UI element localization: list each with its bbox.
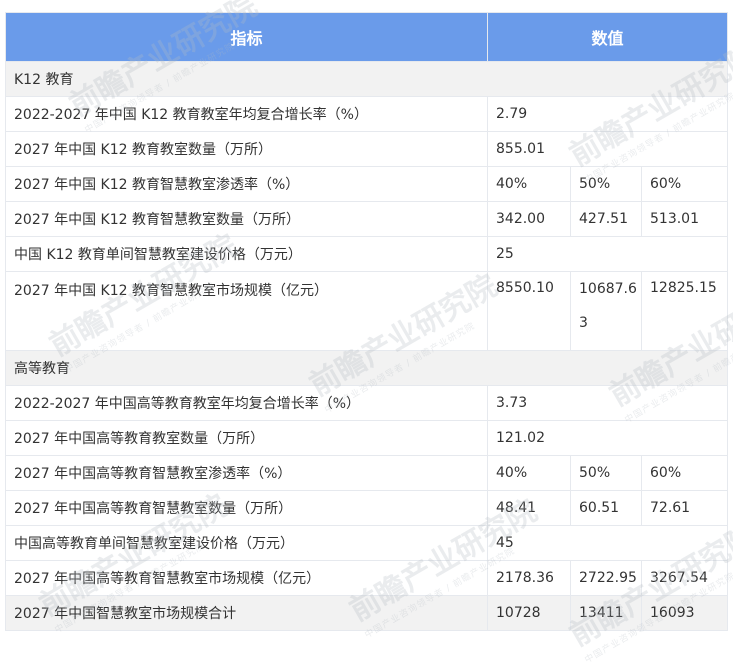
row-value: 513.01 [640, 201, 729, 237]
row-value: 2.79 [486, 96, 729, 132]
table-header-row: 指标 数值 [5, 12, 729, 62]
row-value: 40% [487, 455, 571, 491]
row-label: 2027 年中国 K12 教育智慧教室市场规模（亿元） [5, 271, 488, 351]
section-title: K12 教育 [4, 61, 729, 97]
row-value: 50% [570, 455, 642, 491]
table-row: 2027 年中国 K12 教育智慧教室渗透率（%） 40% 50% 60% [5, 166, 729, 202]
table-row: 2027 年中国 K12 教育智慧教室数量（万所） 342.00 427.51 … [5, 201, 729, 237]
row-value: 3267.54 [640, 560, 729, 596]
header-indicator: 指标 [5, 12, 488, 62]
total-row: 2027 年中国智慧教室市场规模合计 10728 13411 16093 [5, 595, 729, 631]
row-value: 72.61 [640, 490, 729, 526]
row-value: 2178.36 [487, 560, 571, 596]
table-row: 中国 K12 教育单间智慧教室建设价格（万元） 25 [5, 236, 729, 272]
row-value: 45 [486, 525, 729, 561]
row-label: 2027 年中国高等教育智慧教室市场规模（亿元） [5, 560, 488, 596]
row-value: 855.01 [486, 131, 729, 167]
row-value: 60% [640, 455, 729, 491]
row-value: 12825.15 [640, 271, 729, 351]
table-row: 2027 年中国 K12 教育教室数量（万所） 855.01 [5, 131, 729, 167]
row-value: 50% [570, 166, 642, 202]
row-label: 2027 年中国 K12 教育教室数量（万所） [5, 131, 488, 167]
row-label: 中国 K12 教育单间智慧教室建设价格（万元） [5, 236, 488, 272]
row-value: 25 [486, 236, 729, 272]
table-row: 2027 年中国 K12 教育智慧教室市场规模（亿元） 8550.10 1068… [5, 271, 729, 351]
row-value: 427.51 [570, 201, 642, 237]
table-row: 2027 年中国高等教育智慧教室数量（万所） 48.41 60.51 72.61 [5, 490, 729, 526]
header-value: 数值 [486, 12, 729, 62]
row-value: 48.41 [487, 490, 571, 526]
row-value: 342.00 [487, 201, 571, 237]
market-size-table: 指标 数值 K12 教育 2022-2027 年中国 K12 教育教室年均复合增… [4, 12, 729, 631]
row-value: 3.73 [486, 385, 729, 421]
row-label: 2027 年中国 K12 教育智慧教室渗透率（%） [5, 166, 488, 202]
row-value: 60.51 [570, 490, 642, 526]
table-row: 中国高等教育单间智慧教室建设价格（万元） 45 [5, 525, 729, 561]
section-row-k12: K12 教育 [4, 61, 729, 97]
row-value: 121.02 [486, 420, 729, 456]
total-label: 2027 年中国智慧教室市场规模合计 [5, 595, 488, 631]
total-value: 13411 [570, 595, 642, 631]
table-row: 2022-2027 年中国高等教育教室年均复合增长率（%） 3.73 [5, 385, 729, 421]
row-value: 8550.10 [487, 271, 571, 351]
row-label: 2022-2027 年中国 K12 教育教室年均复合增长率（%） [5, 96, 488, 132]
total-value: 10728 [487, 595, 571, 631]
row-label: 中国高等教育单间智慧教室建设价格（万元） [5, 525, 488, 561]
row-label: 2027 年中国高等教育智慧教室渗透率（%） [5, 455, 488, 491]
row-label: 2027 年中国高等教育智慧教室数量（万所） [5, 490, 488, 526]
row-label: 2022-2027 年中国高等教育教室年均复合增长率（%） [5, 385, 488, 421]
total-value: 16093 [640, 595, 729, 631]
section-row-higher-edu: 高等教育 [4, 350, 729, 386]
table-row: 2027 年中国高等教育智慧教室市场规模（亿元） 2178.36 2722.95… [5, 560, 729, 596]
row-value: 2722.95 [570, 560, 642, 596]
row-value: 40% [487, 166, 571, 202]
section-title: 高等教育 [4, 350, 729, 386]
row-value: 60% [640, 166, 729, 202]
table-row: 2027 年中国高等教育智慧教室渗透率（%） 40% 50% 60% [5, 455, 729, 491]
row-value: 10687.63 [570, 271, 642, 351]
table-row: 2022-2027 年中国 K12 教育教室年均复合增长率（%） 2.79 [5, 96, 729, 132]
table-row: 2027 年中国高等教育教室数量（万所） 121.02 [5, 420, 729, 456]
row-label: 2027 年中国高等教育教室数量（万所） [5, 420, 488, 456]
row-label: 2027 年中国 K12 教育智慧教室数量（万所） [5, 201, 488, 237]
